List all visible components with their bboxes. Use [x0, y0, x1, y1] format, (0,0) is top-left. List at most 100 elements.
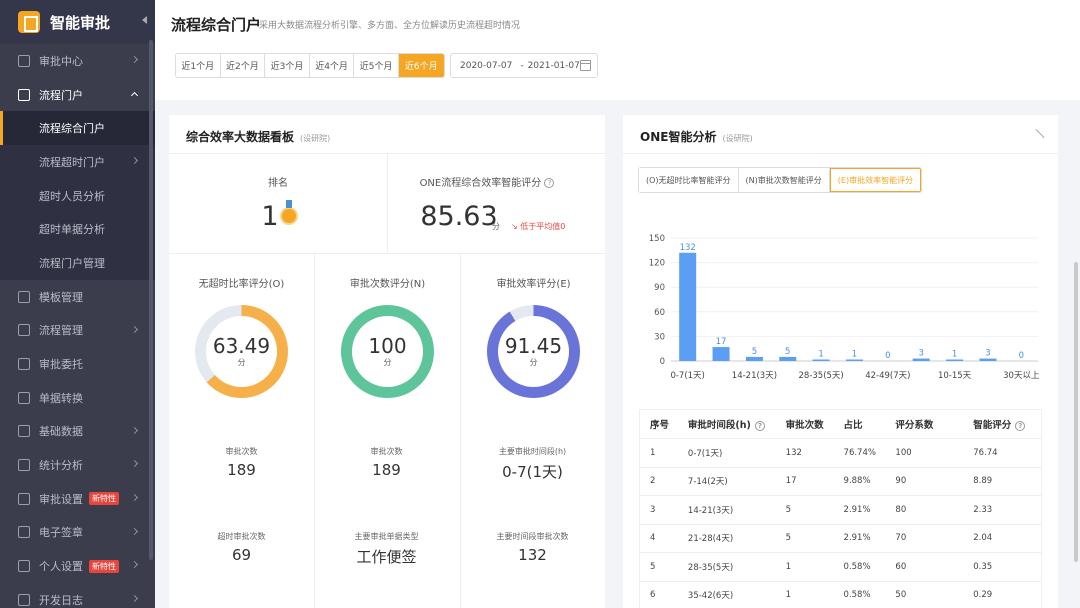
table-cell: 100: [895, 447, 912, 458]
bar-value-label: 3: [919, 349, 924, 359]
collapse-sidebar-icon[interactable]: [142, 16, 147, 24]
chevron-right-icon: [130, 527, 139, 535]
table-cell: 90: [895, 476, 907, 487]
chart-line-icon: [18, 88, 30, 101]
score-ring: 100 分: [341, 305, 434, 398]
range-button[interactable]: 近5个月: [354, 54, 399, 77]
help-icon[interactable]: ?: [544, 178, 555, 188]
sidebar-subitem-label: 流程门户管理: [39, 256, 105, 270]
sidebar-item-label: 单据转换: [39, 391, 83, 405]
table-cell: 2.04: [973, 533, 993, 544]
range-button[interactable]: 近2个月: [220, 54, 266, 77]
convert-icon: [18, 391, 30, 404]
document-icon: [18, 54, 30, 67]
page-scrollbar[interactable]: [1074, 262, 1078, 562]
analysis-tab[interactable]: (O)无超时比率智能评分: [639, 168, 739, 192]
sidebar-item[interactable]: 开发日志: [0, 583, 155, 608]
range-button[interactable]: 近4个月: [309, 54, 355, 77]
sidebar-item[interactable]: 流程管理: [0, 314, 155, 348]
table-cell: 5: [785, 533, 792, 544]
divider: [387, 153, 388, 253]
ring-unit: 分: [237, 358, 246, 367]
chart-bar: [679, 252, 697, 361]
table-row: 4 21-28(4天) 5 2.91% 70 2.04: [640, 525, 1041, 553]
chart-bar: [946, 359, 964, 361]
analysis-tab[interactable]: (N)审批次数智能评分: [738, 168, 830, 192]
score-unit: 分: [492, 222, 500, 231]
chart-bar: [779, 356, 797, 361]
sidebar-subitem[interactable]: 超时人员分析: [0, 178, 155, 213]
calendar-icon[interactable]: [580, 60, 591, 71]
sidebar-subitem[interactable]: 流程门户管理: [0, 246, 155, 280]
table-cell: 0.29: [973, 590, 993, 601]
header-text: 序号: [650, 420, 670, 431]
table-cell: 0.35: [973, 561, 993, 572]
sidebar-subitem-label: 超时人员分析: [39, 189, 105, 203]
table-cell: 0-7(1天): [687, 448, 723, 459]
sidebar-item-label: 审批委托: [39, 358, 83, 372]
bar-chart: 0306090120150132175 5 1 1 0 3 1 3 00-7(1天) 14-21(…: [649, 234, 1040, 381]
score-value: 85.63: [420, 201, 498, 232]
logo-row: 智能审批: [0, 0, 155, 44]
date-range-picker[interactable]: 2020-07-07 - 2021-01-07: [450, 53, 598, 78]
stat-value: 189: [227, 461, 256, 479]
sidebar-item[interactable]: 单据转换: [0, 381, 155, 415]
chevron-right-icon: [130, 594, 139, 603]
table-cell: 2: [650, 476, 656, 487]
chevron-right-icon: [130, 157, 139, 165]
table-cell: 28-35(5天): [687, 562, 734, 573]
table-cell: 3: [650, 504, 656, 515]
analysis-tab[interactable]: (E)审批效率智能评分: [829, 168, 922, 192]
sidebar-item-label: 审批设置: [39, 492, 83, 506]
ring-center: 91.45 分: [498, 316, 569, 387]
nav-list: 审批中心 流程门户 流程综合门户 流程超时门户超时人员分析超时单据分析流程门户管理模板…: [0, 44, 155, 608]
bar-value-label: 0: [885, 351, 890, 361]
sidebar-item[interactable]: 统计分析: [0, 448, 155, 482]
sidebar-item[interactable]: 模板管理: [0, 280, 155, 314]
new-feature-badge: 新特性: [89, 559, 119, 573]
sidebar-item[interactable]: 基础数据: [0, 415, 155, 449]
sidebar-item[interactable]: 流程门户: [0, 78, 155, 112]
ring-unit: 分: [529, 358, 538, 367]
table-cell: 2.91%: [843, 533, 871, 544]
bar-value-label: 0: [1019, 351, 1024, 361]
table-cell: 7-14(2天): [687, 477, 728, 488]
help-icon[interactable]: ?: [1015, 420, 1026, 431]
sidebar-item[interactable]: 审批设置 新特性: [0, 482, 155, 516]
sidebar-subitem[interactable]: 流程超时门户: [0, 145, 155, 179]
chart-bar: [912, 358, 930, 361]
bar-value-label: 1: [952, 350, 957, 360]
table-row: 6 35-42(6天) 1 0.58% 50 0.29: [640, 582, 1041, 608]
table-cell: 5: [785, 504, 792, 515]
sidebar-item[interactable]: 审批中心: [0, 44, 155, 78]
sidebar-subitem[interactable]: 流程综合门户: [0, 111, 155, 146]
y-tick-label: 90: [654, 283, 665, 293]
x-tick-label: 30天以上: [1003, 371, 1040, 381]
table-cell: 76.74%: [843, 447, 876, 458]
stat-label: 超时审批次数: [217, 532, 266, 541]
delegate-icon: [18, 358, 30, 371]
table-header-cell: 智能评分?: [963, 417, 1041, 431]
sidebar-scrollbar[interactable]: [149, 40, 153, 560]
sidebar-item-label: 流程管理: [39, 324, 83, 338]
chart-bar: [712, 347, 730, 361]
sidebar-subitem[interactable]: 超时单据分析: [0, 212, 155, 247]
list-icon: [18, 290, 30, 303]
table-header-cell: 审批时间段(h)?: [678, 417, 776, 431]
table-cell: 1: [785, 590, 792, 601]
range-button[interactable]: 近3个月: [265, 54, 310, 77]
sidebar-item[interactable]: 个人设置 新特性: [0, 549, 155, 583]
divider: [623, 153, 1058, 154]
range-button[interactable]: 近1个月: [176, 54, 221, 77]
table-cell: 2.33: [973, 504, 993, 515]
help-icon[interactable]: ?: [754, 420, 765, 431]
stat-label: 审批次数: [370, 447, 403, 456]
sidebar-item[interactable]: 电子签章: [0, 516, 155, 550]
card-title-text: ONE智能分析: [640, 130, 717, 144]
table-cell: 1: [785, 561, 792, 572]
app-name: 智能审批: [50, 13, 111, 32]
sidebar-item[interactable]: 审批委托: [0, 347, 155, 381]
range-button[interactable]: 近6个月: [398, 54, 444, 77]
bar-value-label: 5: [785, 347, 790, 357]
expand-icon[interactable]: [1034, 129, 1044, 139]
